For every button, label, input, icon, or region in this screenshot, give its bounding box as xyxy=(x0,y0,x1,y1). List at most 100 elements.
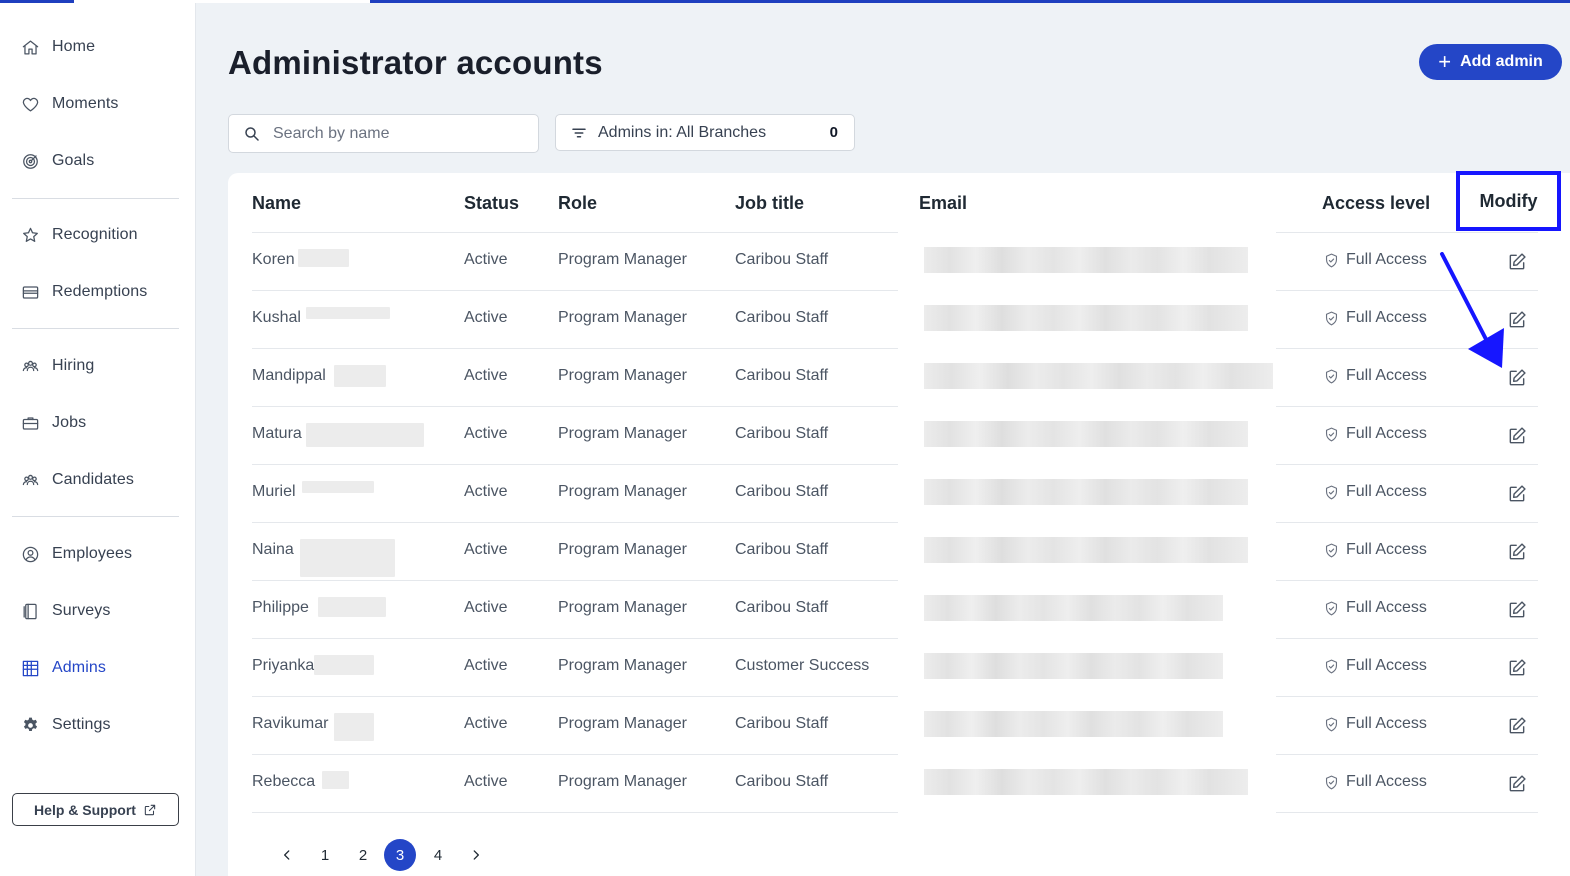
column-header-modify: Modify xyxy=(1479,190,1538,211)
row-divider xyxy=(252,406,898,407)
pagination-page-4[interactable]: 4 xyxy=(422,839,454,871)
cell-name: Rebecca xyxy=(252,773,316,790)
shield-check-icon xyxy=(1325,543,1338,557)
sidebar-item-settings[interactable]: Settings xyxy=(0,705,196,745)
column-header-status[interactable]: Status xyxy=(464,193,519,214)
pagination-page-3[interactable]: 3 xyxy=(384,839,416,871)
clipboard-icon xyxy=(20,601,40,621)
column-header-name[interactable]: Name xyxy=(252,193,301,214)
shield-check-icon xyxy=(1325,369,1338,383)
column-header-job-title[interactable]: Job title xyxy=(735,193,804,214)
sidebar-item-goals[interactable]: Goals xyxy=(0,141,196,181)
help-support-button[interactable]: Help & Support xyxy=(12,793,179,826)
sidebar: Home Moments Goals Recognition Redemptio… xyxy=(0,3,196,876)
sidebar-item-surveys[interactable]: Surveys xyxy=(0,591,196,631)
search-box[interactable] xyxy=(228,114,539,153)
pagination-page-1[interactable]: 1 xyxy=(309,839,341,871)
sidebar-item-label: Jobs xyxy=(52,414,87,431)
sidebar-item-hiring[interactable]: Hiring xyxy=(0,346,196,386)
shield-check-icon xyxy=(1325,601,1338,615)
access-level-label: Full Access xyxy=(1346,715,1427,732)
cell-status: Active xyxy=(464,309,508,326)
sidebar-item-recognition[interactable]: Recognition xyxy=(0,215,196,255)
branch-filter[interactable]: Admins in: All Branches 0 xyxy=(555,114,855,151)
add-admin-button[interactable]: + Add admin xyxy=(1419,44,1562,80)
pagination-prev-button[interactable] xyxy=(271,839,303,871)
row-divider xyxy=(252,464,898,465)
sidebar-item-label: Settings xyxy=(52,716,111,733)
sidebar-item-jobs[interactable]: Jobs xyxy=(0,403,196,443)
target-icon xyxy=(20,151,40,171)
access-level-label: Full Access xyxy=(1346,483,1427,500)
redacted-surname xyxy=(306,423,424,447)
external-link-icon xyxy=(144,804,156,815)
edit-admin-button[interactable] xyxy=(1507,484,1527,504)
row-divider xyxy=(252,580,898,581)
cell-role: Program Manager xyxy=(558,483,687,500)
row-divider xyxy=(1276,696,1538,697)
edit-admin-button[interactable] xyxy=(1507,426,1527,446)
admins-table xyxy=(228,173,1570,876)
chevron-left-icon xyxy=(284,850,290,860)
sidebar-item-admins[interactable]: Admins xyxy=(0,648,196,688)
sidebar-item-employees[interactable]: Employees xyxy=(0,534,196,574)
cell-access-level: Full Access xyxy=(1323,483,1427,501)
pagination-next-button[interactable] xyxy=(460,839,492,871)
cell-status: Active xyxy=(464,483,508,500)
cell-role: Program Manager xyxy=(558,599,687,616)
edit-icon xyxy=(1509,427,1526,444)
add-admin-label: Add admin xyxy=(1460,53,1543,70)
people-icon xyxy=(20,470,40,490)
sidebar-item-label: Admins xyxy=(52,659,106,676)
pagination-page-2[interactable]: 2 xyxy=(347,839,379,871)
search-input[interactable] xyxy=(273,124,523,143)
cell-name: Ravikumar xyxy=(252,715,329,732)
edit-admin-button[interactable] xyxy=(1507,658,1527,678)
edit-admin-button[interactable] xyxy=(1507,774,1527,794)
cell-role: Program Manager xyxy=(558,251,687,268)
redacted-email xyxy=(924,479,1248,505)
column-header-role[interactable]: Role xyxy=(558,193,597,214)
redacted-surname xyxy=(302,481,374,493)
edit-admin-button[interactable] xyxy=(1507,542,1527,562)
column-header-access-level[interactable]: Access level xyxy=(1322,193,1430,214)
shield-check-icon xyxy=(1325,775,1338,789)
sidebar-item-redemptions[interactable]: Redemptions xyxy=(0,272,196,312)
redacted-email xyxy=(924,363,1273,389)
row-divider xyxy=(252,232,898,233)
sidebar-item-label: Goals xyxy=(52,152,95,169)
cell-job-title: Customer Success xyxy=(735,657,870,674)
sidebar-item-moments[interactable]: Moments xyxy=(0,84,196,124)
cell-access-level: Full Access xyxy=(1323,425,1427,443)
edit-admin-button[interactable] xyxy=(1507,716,1527,736)
shield-check-icon xyxy=(1325,717,1338,731)
cell-job-title: Caribou Staff xyxy=(735,715,829,732)
cell-status: Active xyxy=(464,251,508,268)
redacted-surname xyxy=(334,365,386,387)
sidebar-item-home[interactable]: Home xyxy=(0,27,196,67)
cell-status: Active xyxy=(464,657,508,674)
sidebar-item-candidates[interactable]: Candidates xyxy=(0,460,196,500)
redacted-surname xyxy=(314,655,374,675)
sidebar-item-label: Recognition xyxy=(52,226,138,243)
cell-role: Program Manager xyxy=(558,773,687,790)
filter-icon xyxy=(572,128,586,137)
column-header-email[interactable]: Email xyxy=(919,193,967,214)
cell-job-title: Caribou Staff xyxy=(735,425,829,442)
row-divider xyxy=(252,754,898,755)
shield-check-icon xyxy=(1325,659,1338,673)
plus-icon: + xyxy=(1438,49,1452,74)
edit-icon xyxy=(1509,485,1526,502)
cell-role: Program Manager xyxy=(558,309,687,326)
edit-admin-button[interactable] xyxy=(1507,600,1527,620)
cell-access-level: Full Access xyxy=(1323,251,1427,269)
shield-check-icon xyxy=(1325,427,1338,441)
sidebar-item-label: Hiring xyxy=(52,357,95,374)
star-icon xyxy=(20,225,40,245)
access-level-label: Full Access xyxy=(1346,541,1427,558)
home-icon xyxy=(20,37,40,57)
row-divider xyxy=(252,812,898,813)
row-divider xyxy=(1276,522,1538,523)
redacted-surname xyxy=(300,539,395,577)
redacted-surname xyxy=(318,597,386,617)
